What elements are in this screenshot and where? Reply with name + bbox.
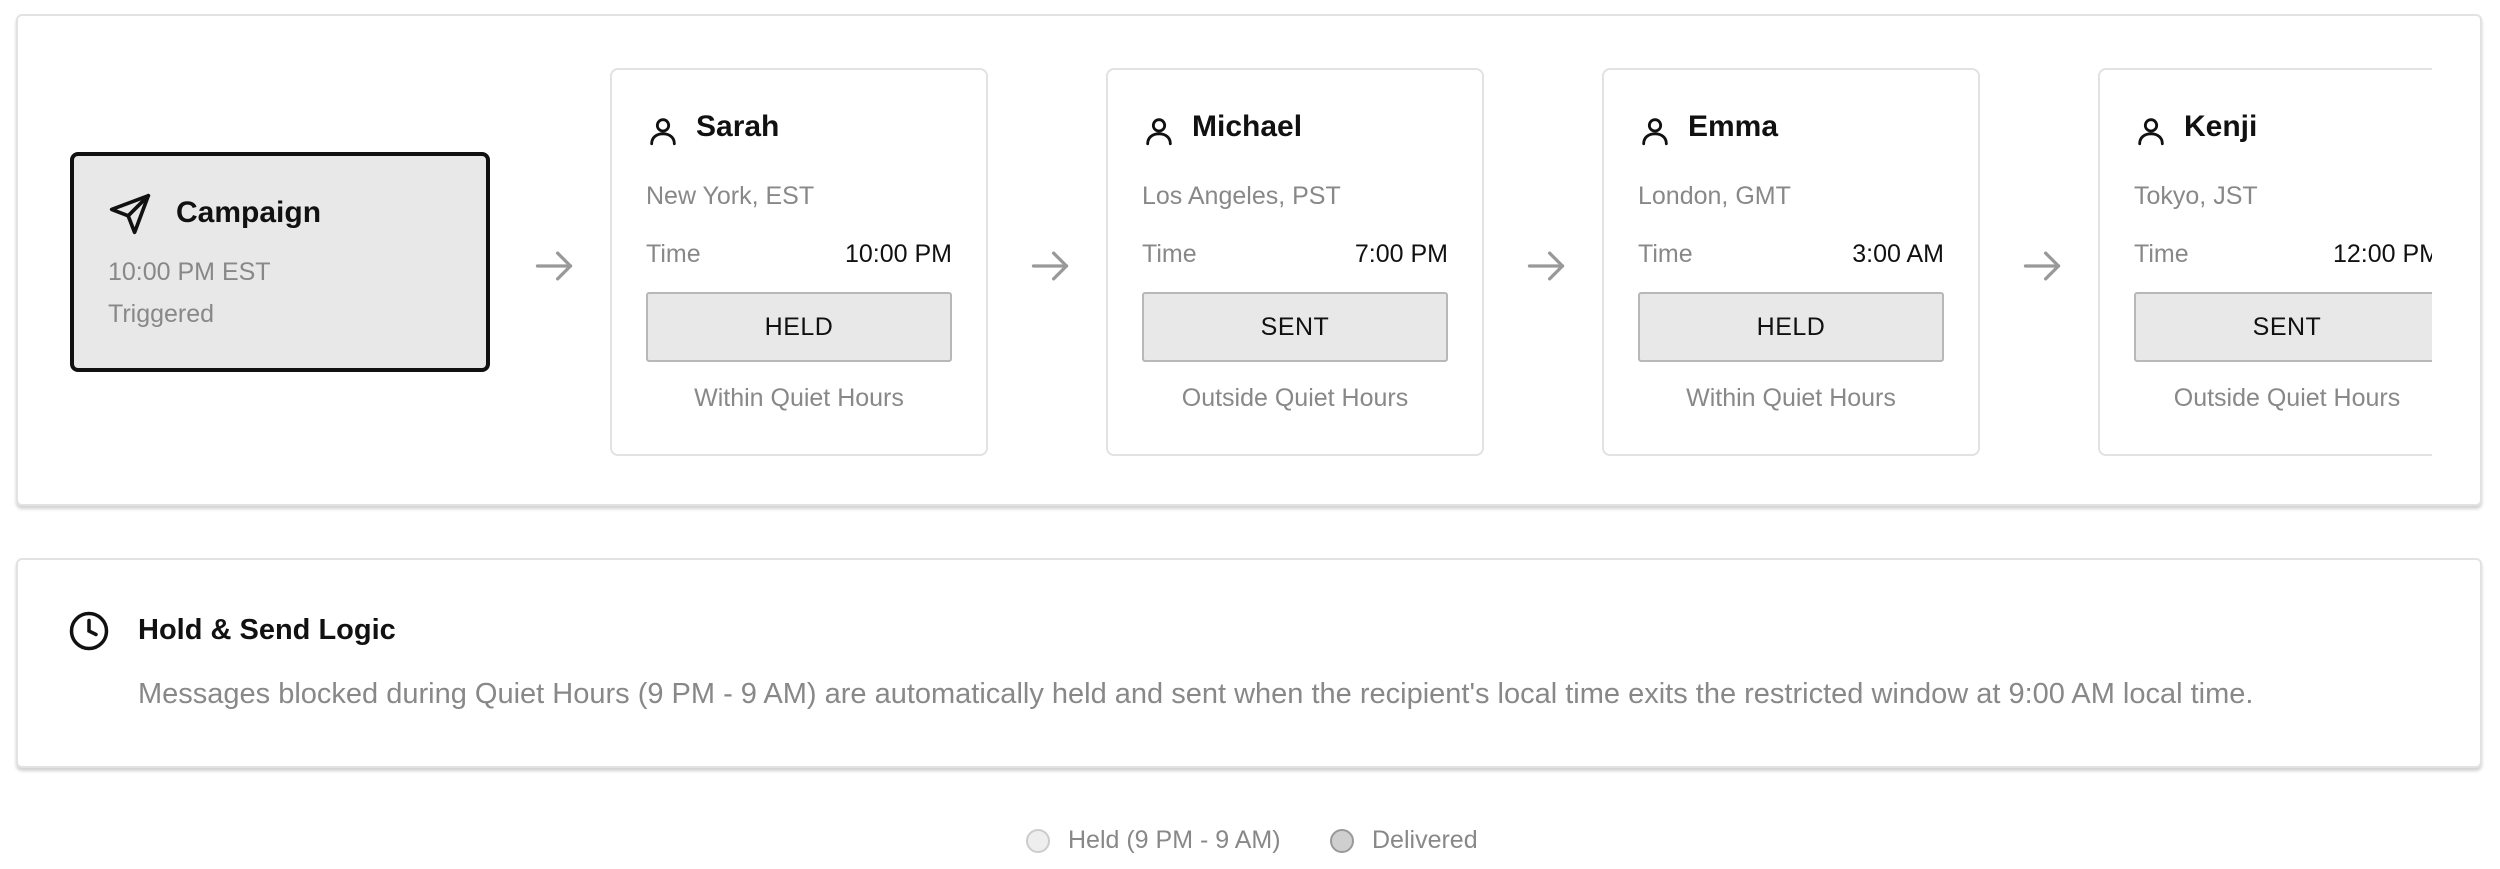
legend-item-delivered: Delivered bbox=[1330, 826, 1478, 855]
recipient-location: Tokyo, JST bbox=[2134, 182, 2258, 210]
legend-item-held: Held (9 PM - 9 AM) bbox=[1026, 826, 1281, 855]
logic-title: Hold & Send Logic bbox=[138, 614, 396, 646]
time-label: Time bbox=[1142, 240, 1197, 268]
arrow-right-icon bbox=[1527, 251, 1565, 281]
campaign-card[interactable]: Campaign 10:00 PM EST Triggered bbox=[70, 152, 490, 372]
send-icon bbox=[109, 193, 151, 235]
logic-description: Messages blocked during Quiet Hours (9 P… bbox=[138, 678, 2254, 710]
legend-label: Held (9 PM - 9 AM) bbox=[1068, 826, 1281, 854]
time-value: 3:00 AM bbox=[1852, 240, 1944, 268]
recipient-card-sarah[interactable]: Sarah New York, EST Time 10:00 PM HELD W… bbox=[610, 68, 988, 456]
status-badge: SENT bbox=[1142, 292, 1448, 362]
quiet-hours-note: Outside Quiet Hours bbox=[2173, 384, 2401, 412]
person-icon bbox=[1146, 118, 1172, 146]
recipient-card-kenji[interactable]: Kenji Tokyo, JST Time 12:00 PM SENT Outs… bbox=[2098, 68, 2432, 456]
recipient-name: Kenji bbox=[2184, 110, 2258, 143]
clock-icon bbox=[69, 611, 109, 651]
flow-track: Campaign 10:00 PM EST Triggered Sarah Ne… bbox=[18, 16, 2432, 508]
recipient-card-michael[interactable]: Michael Los Angeles, PST Time 7:00 PM SE… bbox=[1106, 68, 1484, 456]
time-label: Time bbox=[2134, 240, 2189, 268]
time-value: 10:00 PM bbox=[844, 240, 952, 268]
status-badge: HELD bbox=[646, 292, 952, 362]
legend: Held (9 PM - 9 AM) Delivered bbox=[0, 822, 2500, 862]
campaign-title: Campaign bbox=[176, 196, 322, 229]
recipient-card-emma[interactable]: Emma London, GMT Time 3:00 AM HELD Withi… bbox=[1602, 68, 1980, 456]
status-badge: SENT bbox=[2134, 292, 2432, 362]
time-value: 12:00 PM bbox=[2332, 240, 2432, 268]
campaign-time: 10:00 PM EST bbox=[108, 258, 271, 286]
hold-send-logic-panel: Hold & Send Logic Messages blocked durin… bbox=[16, 558, 2482, 768]
campaign-flow-panel: Campaign 10:00 PM EST Triggered Sarah Ne… bbox=[16, 14, 2482, 506]
recipient-location: London, GMT bbox=[1638, 182, 1791, 210]
recipient-location: New York, EST bbox=[646, 182, 815, 210]
person-icon bbox=[2138, 118, 2164, 146]
legend-swatch-held bbox=[1026, 828, 1050, 853]
recipient-name: Sarah bbox=[696, 110, 780, 143]
legend-swatch-delivered bbox=[1330, 828, 1354, 853]
quiet-hours-note: Within Quiet Hours bbox=[1686, 384, 1896, 412]
campaign-status: Triggered bbox=[108, 300, 215, 328]
recipient-name: Michael bbox=[1192, 110, 1303, 143]
person-icon bbox=[650, 118, 676, 146]
quiet-hours-note: Outside Quiet Hours bbox=[1181, 384, 1409, 412]
time-value: 7:00 PM bbox=[1354, 240, 1448, 268]
status-badge: HELD bbox=[1638, 292, 1944, 362]
arrow-right-icon bbox=[2023, 251, 2061, 281]
person-icon bbox=[1642, 118, 1668, 146]
recipient-location: Los Angeles, PST bbox=[1142, 182, 1341, 210]
time-label: Time bbox=[1638, 240, 1693, 268]
arrow-right-icon bbox=[535, 251, 573, 281]
recipient-name: Emma bbox=[1688, 110, 1779, 143]
time-label: Time bbox=[646, 240, 701, 268]
quiet-hours-note: Within Quiet Hours bbox=[694, 384, 904, 412]
legend-label: Delivered bbox=[1372, 826, 1478, 854]
arrow-right-icon bbox=[1031, 251, 1069, 281]
